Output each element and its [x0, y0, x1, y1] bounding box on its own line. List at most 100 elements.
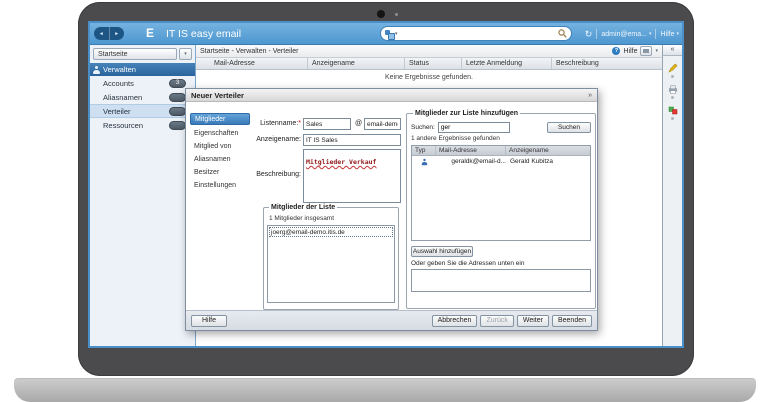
dialog-footer: Hilfe Abbrechen Zurück Weiter Beenden — [186, 310, 597, 330]
app-window: ◄ ► E IT IS easy email ▾ ↻ admin@ema... — [88, 21, 684, 348]
right-rail: « — [662, 45, 682, 346]
description-text: Mitglieder Verkauf — [306, 158, 376, 166]
panel-settings-button[interactable] — [640, 46, 652, 56]
search-icon[interactable] — [558, 29, 567, 38]
description-label: Beschreibung: — [226, 171, 301, 178]
divider — [596, 29, 597, 39]
rail-dot-icon — [671, 75, 674, 78]
sidebar-item-accounts[interactable]: Accounts 3 — [90, 76, 195, 90]
member-search-input[interactable] — [438, 122, 510, 133]
result-mail: geraldk@email-d... — [436, 158, 506, 165]
members-listbox[interactable]: joerg@email-demo.itis.de — [267, 225, 395, 303]
column-mail-adresse[interactable]: Mail-Adresse — [436, 146, 506, 155]
member-entry[interactable]: joerg@email-demo.itis.de — [269, 227, 393, 237]
member-search-button[interactable]: Suchen — [547, 122, 591, 133]
back-button[interactable]: ◄ — [94, 27, 109, 40]
sidebar-item-label: Aliasnamen — [103, 93, 142, 102]
divider — [655, 29, 656, 39]
printer-icon — [668, 85, 678, 94]
rail-print-button[interactable] — [668, 85, 678, 99]
user-type-icon — [421, 158, 427, 164]
history-nav: ◄ ► — [94, 27, 124, 40]
empty-result-message: Keine Ergebnisse gefunden. — [196, 70, 662, 81]
column-beschreibung[interactable]: Beschreibung — [552, 58, 662, 69]
add-selection-button[interactable]: Auswahl hinzufügen — [411, 246, 473, 257]
results-header-row: Typ Mail-Adresse Anzeigename — [412, 146, 590, 156]
displayname-input[interactable] — [303, 134, 401, 146]
description-textarea[interactable]: Mitglieder Verkauf — [303, 149, 401, 203]
listname-label-text: Listenname: — [260, 120, 298, 127]
sidebar-section-verwalten[interactable]: Verwalten — [90, 63, 195, 76]
user-menu[interactable]: admin@ema... ▾ — [601, 31, 651, 38]
sidebar-item-aliasnamen[interactable]: Aliasnamen — [90, 90, 195, 104]
search-results-table: Typ Mail-Adresse Anzeigename geraldk@ema… — [411, 145, 591, 241]
column-anzeigename[interactable]: Anzeigename — [506, 146, 590, 155]
search-scope-icon[interactable] — [385, 30, 393, 38]
column-anzeigename[interactable]: Anzeigename — [308, 58, 405, 69]
topbar-right-menus: ↻ admin@ema... ▾ Hilfe ▾ — [585, 23, 679, 45]
next-button[interactable]: Weiter — [517, 315, 549, 327]
refresh-icon[interactable]: ↻ — [585, 30, 593, 39]
global-search-input[interactable] — [400, 28, 556, 39]
rail-dot-icon — [671, 96, 674, 99]
chevron-down-icon: ▾ — [184, 51, 187, 57]
count-badge: 3 — [169, 79, 186, 88]
global-search[interactable]: ▾ — [380, 26, 572, 41]
listname-label: Listenname:* — [226, 120, 301, 127]
help-menu[interactable]: Hilfe ▾ — [660, 31, 679, 38]
column-status[interactable]: Status — [405, 58, 462, 69]
rail-dot-icon — [671, 117, 674, 120]
sidebar-item-verteiler[interactable]: Verteiler — [90, 104, 195, 118]
back-button[interactable]: Zurück — [480, 315, 513, 327]
panel-help-label[interactable]: Hilfe — [623, 48, 637, 55]
finish-button[interactable]: Beenden — [552, 315, 592, 327]
column-letzte-anmeldung[interactable]: Letzte Anmeldung — [462, 58, 552, 69]
forward-button[interactable]: ► — [109, 27, 125, 40]
listname-input[interactable] — [303, 118, 351, 130]
panel-icon — [643, 49, 649, 53]
user-menu-caret-icon: ▾ — [649, 31, 652, 37]
breadcrumb-bar: Startseite - Verwalten - Verteiler ? Hil… — [196, 45, 662, 58]
dialog-title: Neuer Verteiler — [191, 91, 244, 100]
tab-dropdown-button[interactable]: ▾ — [179, 48, 192, 60]
dialog-help-button[interactable]: Hilfe — [191, 315, 227, 327]
dialog-menu-aliasnamen[interactable]: Aliasnamen — [190, 153, 250, 166]
count-badge — [169, 93, 186, 102]
breadcrumb-actions: ? Hilfe ▾ — [612, 46, 658, 56]
red-green-flags-icon — [668, 106, 678, 115]
sidebar-item-label: Accounts — [103, 79, 134, 88]
manual-entry-hint: Oder geben Sie die Adressen unten ein — [411, 260, 591, 267]
rail-edit-button[interactable] — [668, 63, 678, 78]
result-row[interactable]: geraldk@email-d... Gerald Kubitza — [412, 156, 590, 167]
help-menu-caret-icon: ▾ — [676, 31, 679, 37]
collapse-panel-button[interactable]: « — [663, 45, 682, 56]
list-header-row: Mail-Adresse Anzeigename Status Letzte A… — [196, 58, 662, 70]
dialog-collapse-icon[interactable]: » — [588, 92, 592, 99]
pencil-icon — [668, 63, 678, 73]
laptop-mockup: ◄ ► E IT IS easy email ▾ ↻ admin@ema... — [0, 0, 770, 402]
add-members-legend: Mitglieder zur Liste hinzufügen — [415, 110, 518, 117]
panel-caret-icon[interactable]: ▾ — [655, 48, 658, 54]
tab-startseite[interactable]: Startseite — [93, 48, 177, 60]
dialog-menu-einstellungen[interactable]: Einstellungen — [190, 179, 250, 192]
sidebar-item-label: Verteiler — [103, 107, 131, 116]
column-typ[interactable]: Typ — [412, 146, 436, 155]
help-menu-label: Hilfe — [660, 31, 674, 38]
members-legend: Mitglieder der Liste — [271, 204, 335, 211]
search-scope-caret-icon[interactable]: ▾ — [395, 31, 398, 37]
rail-status-button[interactable] — [668, 106, 678, 120]
help-icon[interactable]: ? — [612, 47, 620, 55]
column-mail-adresse[interactable]: Mail-Adresse — [196, 58, 308, 69]
members-summary: 1 Mitglieder insgesamt — [269, 215, 395, 222]
cancel-button[interactable]: Abbrechen — [432, 315, 478, 327]
domain-input[interactable] — [364, 118, 401, 130]
laptop-base — [14, 378, 756, 402]
sidebar-item-ressourcen[interactable]: Ressourcen — [90, 118, 195, 132]
webcam-led — [395, 13, 398, 16]
sidebar-tab-row: Startseite ▾ — [90, 45, 195, 62]
member-search-label: Suchen: — [411, 124, 435, 131]
manual-address-textarea[interactable] — [411, 269, 591, 292]
dialog-footer-buttons: Abbrechen Zurück Weiter Beenden — [432, 315, 592, 327]
app-title: IT IS easy email — [166, 28, 241, 40]
app-logo: E — [146, 26, 154, 40]
